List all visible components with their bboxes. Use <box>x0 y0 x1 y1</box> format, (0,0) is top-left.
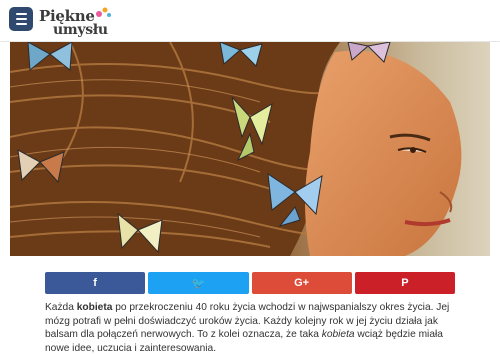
menu-bar <box>15 23 27 25</box>
google-plus-icon: G+ <box>294 277 310 289</box>
twitter-share-button[interactable]: 🐦 <box>148 272 249 294</box>
pinterest-share-button[interactable]: P <box>354 272 455 294</box>
twitter-icon: 🐦 <box>191 277 206 290</box>
pinterest-icon: P <box>401 277 409 289</box>
facebook-share-button[interactable]: f <box>45 272 146 294</box>
logo-line2: umysłu <box>53 22 108 38</box>
menu-bar <box>15 13 27 15</box>
hamburger-menu-button[interactable] <box>9 7 33 31</box>
site-header: Piękne umysłu <box>0 0 500 42</box>
article-paragraph: Każda kobieta po przekroczeniu 40 roku ż… <box>45 301 465 355</box>
social-share-bar: f 🐦 G+ P <box>45 272 455 294</box>
site-logo[interactable]: Piękne umysłu <box>39 4 119 38</box>
article-text-1: Każda <box>45 302 77 313</box>
article-italic-kobieta: kobieta <box>321 329 355 340</box>
logo-bubbles-icon <box>96 7 111 17</box>
google-plus-share-button[interactable]: G+ <box>251 272 352 294</box>
article-hero-image <box>10 42 490 256</box>
facebook-icon: f <box>93 277 97 289</box>
menu-bar <box>15 18 27 20</box>
article-bold-kobieta: kobieta <box>76 302 113 313</box>
